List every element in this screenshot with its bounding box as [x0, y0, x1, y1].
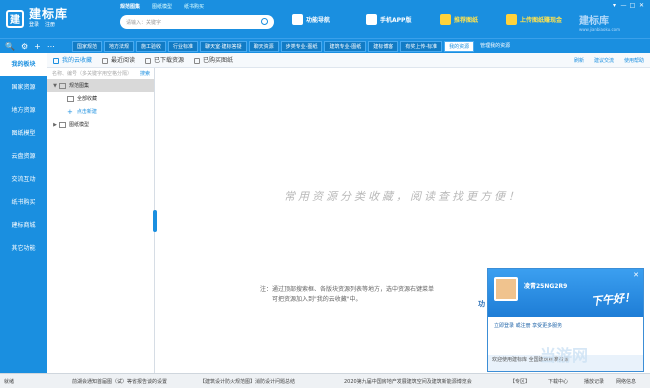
- popup-login-prompt[interactable]: 立即登录 或注册 享受更多服务: [488, 317, 643, 329]
- cart-icon: [194, 57, 201, 64]
- nav-tab-construction[interactable]: 施工验收: [136, 41, 167, 52]
- empty-state-slogan: 常用资源分类收藏，阅读查找更方便！: [284, 190, 522, 203]
- search-tab-standards[interactable]: 规范图集: [120, 3, 140, 11]
- sidebar-item-mall[interactable]: 建标商城: [0, 214, 47, 237]
- search-placeholder: 请输入：关键字: [126, 19, 162, 26]
- nav-bar: 🔍 ⚙ + ⋯ 国家规范 地方法规 施工验收 行业标准 聊天室·建标答疑 聊天资…: [0, 38, 650, 53]
- app-header: 建 建标库 登录 注册 规范图集 图纸模型 纸书购买 请输入：关键字 功能导航 手…: [0, 0, 650, 38]
- download-icon: [145, 57, 152, 64]
- tab-purchased[interactable]: 已购买图纸: [194, 57, 233, 64]
- function-nav-button[interactable]: 功能导航: [292, 14, 330, 25]
- login-link[interactable]: 登录: [29, 22, 39, 28]
- status-text: 就绪: [4, 379, 15, 385]
- nav-tab-national[interactable]: 国家规范: [72, 41, 103, 52]
- tree-node-new-folder[interactable]: + 点击新建: [47, 105, 154, 118]
- nav-tab-local[interactable]: 地方法规: [104, 41, 135, 52]
- grid-icon: [292, 14, 303, 25]
- sidebar-item-other[interactable]: 其它功能: [0, 237, 47, 260]
- more-icon[interactable]: ⋯: [47, 42, 55, 51]
- tree-node-standards[interactable]: ▼ 规范图集: [47, 79, 154, 92]
- popup-greeting: 下午好！: [590, 290, 636, 309]
- left-sidebar: 我的板块 国家资源 地方资源 图纸模型 云盘资源 交流互动 纸书购买 建标商城 …: [0, 53, 47, 373]
- nav-tab-industry[interactable]: 行业标准: [168, 41, 199, 52]
- status-zone[interactable]: 【专区】: [510, 378, 530, 385]
- mobile-app-button[interactable]: 手机APP版: [366, 14, 411, 25]
- brand-watermark: 建标库 www.jianbiaoku.com: [578, 16, 620, 32]
- nav-tab-chat-resource[interactable]: 聊天资源: [248, 41, 279, 52]
- folder-icon: [59, 121, 66, 128]
- download-center-link[interactable]: 下载中心: [548, 378, 568, 385]
- nav-tab-step-drawings[interactable]: 步类专业-图纸: [280, 41, 323, 52]
- help-link[interactable]: 使用帮助: [624, 57, 644, 64]
- eye-icon: [102, 57, 109, 64]
- tree-search-input[interactable]: 名称、编号（多关键字用空格分隔） 搜索: [47, 68, 154, 79]
- feature-link[interactable]: 功: [478, 299, 485, 309]
- nav-tab-blog[interactable]: 建标博客: [368, 41, 399, 52]
- sidebar-item-my-board[interactable]: 我的板块: [0, 53, 47, 76]
- star-icon: [440, 14, 451, 25]
- logo-mark: 建: [6, 9, 24, 28]
- sidebar-item-local[interactable]: 地方资源: [0, 99, 47, 122]
- sidebar-item-national[interactable]: 国家资源: [0, 76, 47, 99]
- upload-icon: [506, 14, 517, 25]
- menu-dropdown-icon[interactable]: ▾: [610, 2, 619, 10]
- nav-tab-manage-resources[interactable]: 管理我的资源: [476, 41, 514, 52]
- sidebar-item-cloud[interactable]: 云盘资源: [0, 145, 47, 168]
- tree-search-button[interactable]: 搜索: [140, 70, 150, 77]
- search-area: 规范图集 图纸模型 纸书购买 请输入：关键字: [120, 3, 274, 29]
- search-icon[interactable]: 🔍: [5, 42, 15, 51]
- feedback-link[interactable]: 建议交流: [594, 57, 614, 64]
- search-input[interactable]: 请输入：关键字: [120, 15, 274, 29]
- sidebar-item-books[interactable]: 纸书购买: [0, 191, 47, 214]
- avatar: [494, 277, 518, 301]
- app-title: 建标库: [29, 7, 69, 21]
- search-icon[interactable]: [261, 18, 268, 25]
- window-controls: ▾ — □ ✕: [610, 2, 646, 10]
- refresh-link[interactable]: 刷新: [574, 57, 584, 64]
- tree-node-all-favorites[interactable]: 全部收藏: [47, 92, 154, 105]
- collapsed-arrow-icon[interactable]: ▶: [51, 122, 59, 128]
- folder-icon: [67, 95, 74, 102]
- sidebar-item-drawings[interactable]: 图纸模型: [0, 122, 47, 145]
- gear-icon[interactable]: ⚙: [21, 42, 28, 51]
- usage-note: 注：通过顶部搜索框、各版块资源列表等地方，选中资源右键菜单 可把资源加入到"我的…: [260, 286, 435, 303]
- maximize-icon[interactable]: □: [628, 2, 637, 10]
- nav-tab-chat-qa[interactable]: 聊天室·建标答疑: [200, 41, 247, 52]
- status-news-3[interactable]: 2020第九届中国房地产发展建筑空间及建筑新能源博览会: [344, 378, 472, 385]
- network-info-link[interactable]: 网络信息: [616, 378, 636, 385]
- sidebar-item-interaction[interactable]: 交流互动: [0, 168, 47, 191]
- play-history-link[interactable]: 播放记录: [584, 378, 604, 385]
- upload-earn-button[interactable]: 上传图纸赚现金: [506, 14, 562, 25]
- favorites-tree-panel: 名称、编号（多关键字用空格分隔） 搜索 ▼ 规范图集 全部收藏 + 点击新建 ▶…: [47, 68, 155, 373]
- tab-cloud-favorites[interactable]: 我的云收藏: [53, 57, 92, 64]
- status-news-2[interactable]: 【建筑设计防火规范图】消防设计问题总结: [200, 378, 295, 385]
- nav-tab-upload[interactable]: 有奖上传-标准: [400, 41, 443, 52]
- tab-recent-reading[interactable]: 最近阅读: [102, 57, 135, 64]
- app-logo[interactable]: 建 建标库 登录 注册: [6, 8, 68, 29]
- register-link[interactable]: 注册: [45, 22, 55, 28]
- tree-node-drawings[interactable]: ▶ 图纸模型: [47, 118, 154, 131]
- nav-tab-arch-drawings[interactable]: 建筑专业-图纸: [324, 41, 367, 52]
- status-news-1[interactable]: 前湖会通知首届图（试）等省报告谈的设置: [72, 378, 167, 385]
- star-icon: [53, 57, 59, 64]
- search-tab-drawings[interactable]: 图纸模型: [152, 3, 172, 11]
- minimize-icon[interactable]: —: [619, 2, 628, 10]
- add-icon[interactable]: +: [34, 42, 41, 51]
- plus-icon: +: [67, 107, 73, 116]
- close-icon[interactable]: ✕: [637, 2, 646, 10]
- close-icon[interactable]: ✕: [633, 271, 639, 279]
- folder-icon: [59, 82, 66, 89]
- nav-tab-my-resources[interactable]: 我的资源: [444, 41, 475, 52]
- tab-downloaded[interactable]: 已下载资源: [145, 57, 184, 64]
- search-tab-books[interactable]: 纸书购买: [184, 3, 204, 11]
- phone-icon: [366, 14, 377, 25]
- popup-username: 凌青25NG2R9: [524, 283, 568, 290]
- content-toolbar: 我的云收藏 最近阅读 已下载资源 已购买图纸 刷新 建议交流 使用帮助: [47, 53, 650, 68]
- site-watermark: 当游网: [540, 346, 589, 365]
- status-bar: 就绪 前湖会通知首届图（试）等省报告谈的设置 【建筑设计防火规范图】消防设计问题…: [0, 373, 650, 388]
- expanded-arrow-icon[interactable]: ▼: [51, 83, 59, 89]
- recommend-drawings-button[interactable]: 推荐图纸: [440, 14, 478, 25]
